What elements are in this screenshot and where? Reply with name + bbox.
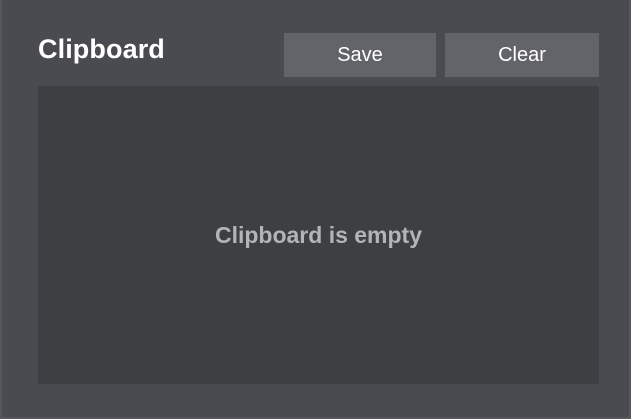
- panel-title: Clipboard: [38, 34, 165, 64]
- save-button[interactable]: Save: [284, 33, 436, 77]
- clear-button[interactable]: Clear: [445, 33, 599, 77]
- clipboard-panel: Clipboard Save Clear Clipboard is empty: [0, 0, 631, 419]
- empty-state-message: Clipboard is empty: [214, 221, 423, 248]
- clipboard-content-area: Clipboard is empty: [38, 86, 599, 384]
